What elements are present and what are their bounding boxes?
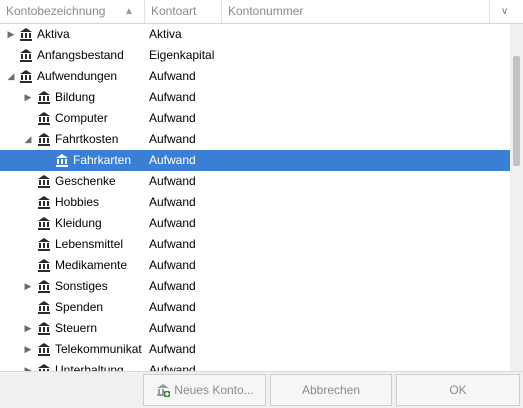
tree-row[interactable]: Geschenke Aufwand [0,171,510,192]
expand-arrow-icon[interactable]: ▶ [22,87,34,108]
account-type: Aufwand [149,258,196,272]
account-name: Steuern [55,321,98,335]
account-name: Telekommunikat [55,342,142,356]
new-account-button[interactable]: Neues Konto... [143,374,266,406]
bank-icon [19,27,33,41]
tree-row[interactable]: ◢ Fahrtkosten Aufwand [0,129,510,150]
expand-arrow-icon[interactable]: ▶ [22,360,34,371]
account-type: Aufwand [149,363,196,371]
column-header: Kontobezeichnung ▲ Kontoart Kontonummer … [0,0,523,24]
bank-icon [37,363,51,371]
sort-ascending-icon: ▲ [124,6,134,17]
account-name: Sonstiges [55,279,108,293]
tree-row[interactable]: ◢ Aufwendungen Aufwand [0,66,510,87]
chevron-down-icon: ∨ [501,6,509,17]
column-header-label: Kontobezeichnung [6,4,106,18]
vertical-scrollbar[interactable] [510,24,523,371]
bank-icon [37,132,51,146]
account-name: Spenden [55,300,104,314]
tree-row[interactable]: ▶ Telekommunikat Aufwand [0,339,510,360]
account-name: Fahrkarten [73,153,132,167]
bank-icon [37,195,51,209]
add-account-icon [157,383,171,397]
tree-row[interactable]: ▶ Bildung Aufwand [0,87,510,108]
account-tree: ▶ Aktiva Aktiva Anfangsbestand Eigenkapital ◢… [0,24,510,371]
expand-arrow-icon[interactable]: ▶ [22,318,34,339]
bank-icon [55,153,69,167]
bank-icon [37,90,51,104]
account-type: Eigenkapital [149,48,215,62]
account-type: Aufwand [149,195,196,209]
bank-icon [37,174,51,188]
account-type: Aufwand [149,300,196,314]
account-type: Aufwand [149,90,196,104]
account-name: Computer [55,111,108,125]
cancel-label: Abbrechen [301,383,361,397]
column-header-label: Kontoart [151,4,197,18]
account-type: Aktiva [149,27,182,41]
account-type: Aufwand [149,279,196,293]
account-type: Aufwand [149,216,196,230]
tree-row[interactable]: Kleidung Aufwand [0,213,510,234]
bank-icon [37,300,51,314]
ok-button[interactable]: OK [396,374,520,406]
expand-arrow-icon[interactable]: ▶ [22,339,34,360]
tree-row[interactable]: ▶ Aktiva Aktiva [0,24,510,45]
account-name: Fahrtkosten [55,132,119,146]
account-type: Aufwand [149,321,196,335]
bank-icon [37,216,51,230]
account-name: Kleidung [55,216,102,230]
expand-arrow-icon[interactable]: ▶ [22,276,34,297]
account-type: Aufwand [149,237,196,251]
expand-arrow-icon[interactable]: ▶ [5,24,17,45]
column-header-label: Kontonummer [228,4,304,18]
account-name: Anfangsbestand [37,48,124,62]
bank-icon [19,48,33,62]
tree-row[interactable]: Hobbies Aufwand [0,192,510,213]
tree-row[interactable]: Lebensmittel Aufwand [0,234,510,255]
account-name: Lebensmittel [55,237,124,251]
column-header-account-type[interactable]: Kontoart [145,0,222,23]
collapse-arrow-icon[interactable]: ◢ [22,129,34,150]
account-name: Bildung [55,90,96,104]
account-type: Aufwand [149,111,196,125]
tree-row[interactable]: ▶ Steuern Aufwand [0,318,510,339]
bank-icon [37,258,51,272]
tree-row[interactable]: Computer Aufwand [0,108,510,129]
tree-row[interactable]: Medikamente Aufwand [0,255,510,276]
account-name: Aktiva [37,27,70,41]
dialog-button-bar: Neues Konto... Abbrechen OK [0,371,523,408]
bank-icon [37,237,51,251]
bank-icon [37,342,51,356]
account-name: Hobbies [55,195,100,209]
cancel-button[interactable]: Abbrechen [270,374,392,406]
account-name: Geschenke [55,174,116,188]
tree-row[interactable]: Fahrkarten Aufwand [0,150,510,171]
bank-icon [37,111,51,125]
tree-row[interactable]: Spenden Aufwand [0,297,510,318]
scrollbar-thumb[interactable] [513,56,520,166]
ok-label: OK [449,383,467,397]
account-type: Aufwand [149,174,196,188]
tree-row[interactable]: ▶ Unterhaltung Aufwand [0,360,510,371]
account-type: Aufwand [149,69,196,83]
account-type: Aufwand [149,342,196,356]
bank-icon [37,279,51,293]
account-type: Aufwand [149,132,196,146]
account-name: Aufwendungen [37,69,118,83]
tree-row[interactable]: Anfangsbestand Eigenkapital [0,45,510,66]
account-name: Unterhaltung [55,363,124,371]
collapse-arrow-icon[interactable]: ◢ [5,66,17,87]
bank-icon [37,321,51,335]
bank-icon [19,69,33,83]
tree-row[interactable]: ▶ Sonstiges Aufwand [0,276,510,297]
account-type: Aufwand [149,153,196,167]
column-chooser-button[interactable]: ∨ [490,0,523,23]
column-header-account-name[interactable]: Kontobezeichnung ▲ [0,0,145,23]
account-name: Medikamente [55,258,128,272]
new-account-label: Neues Konto... [174,383,254,397]
column-header-account-number[interactable]: Kontonummer [222,0,490,23]
